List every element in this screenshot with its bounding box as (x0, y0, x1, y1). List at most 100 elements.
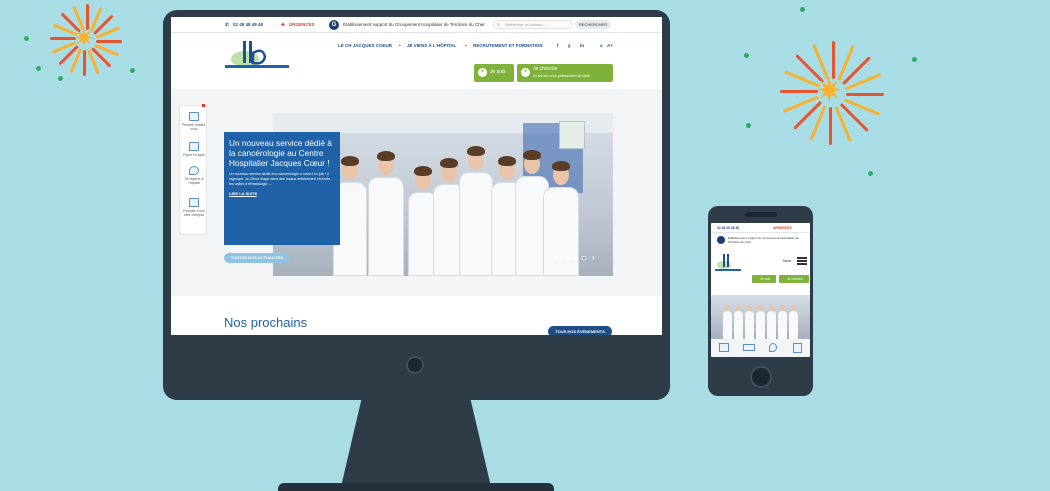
staff-person (778, 305, 787, 339)
font-decrease-button[interactable]: a (600, 43, 603, 48)
mobile-je-suis-button[interactable]: Je suis (752, 275, 776, 283)
firework-dot (744, 53, 749, 58)
top-bar: ✆ 02 48 48 48 48 ✚ URGENCES G Établissem… (171, 17, 662, 33)
all-events-button[interactable]: TOUS NOS ÉVÉNEMENTS (548, 326, 612, 335)
firework-dot (58, 76, 63, 81)
calendar-icon (189, 112, 199, 121)
map-pin-icon[interactable] (769, 343, 777, 352)
news-card[interactable]: Un nouveau service dédié à la cancérolog… (224, 132, 340, 245)
search-icon: ⌕ (497, 22, 500, 28)
chevron-right-icon[interactable]: › (592, 253, 595, 263)
mobile-hospital-logo[interactable] (715, 253, 741, 271)
close-icon[interactable] (202, 104, 205, 107)
firework-ray (83, 50, 86, 76)
chevron-left-icon[interactable]: ‹ (554, 253, 557, 263)
staff-person (734, 305, 743, 339)
desktop-website-screen: ✆ 02 48 48 48 48 ✚ URGENCES G Établissem… (171, 17, 662, 335)
firework-ray (846, 93, 884, 96)
monitor-base (278, 483, 554, 491)
twitter-icon[interactable]: y (568, 43, 571, 48)
mobile-top-bar: 02 48 48 48 48 URGENCES (711, 223, 810, 233)
news-title[interactable]: Un nouveau service dédié à la cancérolog… (229, 138, 335, 168)
firework-dot (24, 36, 29, 41)
document-icon[interactable] (793, 343, 802, 353)
firework-dot (746, 123, 751, 128)
tool-payer[interactable]: Payer en ligne (180, 142, 208, 157)
font-increase-button[interactable]: A+ (607, 43, 613, 48)
mobile-menu-label[interactable]: Menu (783, 259, 791, 263)
monitor-power-button (406, 356, 424, 374)
mobile-je-cherche-button[interactable]: Je cherche (779, 275, 809, 283)
search-button[interactable]: RECHERCHER (575, 20, 611, 29)
firework-dot (800, 7, 805, 12)
je-cherche-button[interactable]: + Je cherche Un service ou un profession… (517, 64, 613, 82)
staff-person (459, 146, 493, 276)
staff-person (767, 305, 776, 339)
je-suis-label: Je suis (490, 69, 506, 75)
slider-dot[interactable] (574, 256, 578, 260)
firework-dot (36, 66, 41, 71)
mobile-ght-text: Établissement support du Groupement Hosp… (728, 236, 799, 244)
phone-number[interactable]: 02 48 48 48 48 (233, 22, 263, 27)
medical-cross-icon: ✚ (281, 22, 285, 27)
phone-home-button (750, 366, 772, 388)
facebook-icon[interactable]: f (557, 43, 559, 48)
tool-label: Payer en ligne (183, 153, 205, 157)
search-placeholder: Rechercher un contenu... (505, 23, 546, 27)
firework-ray (780, 90, 818, 93)
nav-je-viens[interactable]: JE VIENS À L'HÔPITAL (407, 43, 456, 48)
hamburger-menu-icon[interactable] (797, 257, 807, 265)
tool-se-reperer[interactable]: Se repérer à l'hôpital (180, 166, 208, 185)
je-suis-button[interactable]: + Je suis (474, 64, 514, 82)
slider-controls: ‹ › (554, 253, 604, 263)
ght-text: Établissement support du Groupement Hosp… (343, 22, 485, 27)
slider-dot[interactable] (566, 256, 570, 260)
credit-card-icon[interactable] (743, 344, 755, 351)
monitor-stand (340, 400, 492, 491)
tool-rendez-vous[interactable]: Prendre rendez-vous (180, 112, 208, 131)
news-excerpt: Un nouveau service dédié à la cancérolog… (229, 172, 332, 186)
calendar-icon[interactable] (719, 343, 729, 352)
mobile-urgences-link[interactable]: URGENCES (773, 226, 792, 230)
nav-recrutement[interactable]: RECRUTEMENT ET FORMATION (473, 43, 543, 48)
nav-separator-2: • (465, 43, 467, 48)
urgences-link[interactable]: URGENCES (289, 22, 315, 27)
tool-label: Postuler à une offre d'emploi (183, 209, 205, 217)
nav-le-ch[interactable]: LE CH JACQUES COEUR (338, 43, 392, 48)
firework-dot (912, 57, 917, 62)
star-icon: ✷ (73, 23, 95, 53)
events-heading: Nos prochains (224, 315, 308, 330)
plus-icon: + (478, 68, 487, 77)
read-more-link[interactable]: LIRE LA SUITE (229, 191, 258, 197)
staff-person (723, 305, 732, 339)
ght-logo-icon (717, 236, 725, 244)
staff-person (756, 305, 765, 339)
mobile-hero-photo (711, 295, 810, 339)
map-pin-icon (189, 166, 199, 175)
firework-ray (829, 107, 832, 145)
tool-postuler[interactable]: Postuler à une offre d'emploi (180, 198, 208, 217)
plus-icon: + (521, 68, 530, 77)
firework-dot (130, 68, 135, 73)
je-cherche-label: Je cherche (533, 66, 558, 72)
document-icon (189, 198, 199, 207)
mobile-website-screen: 02 48 48 48 48 URGENCES Établissement su… (711, 223, 810, 357)
site-header: LE CH JACQUES COEUR • JE VIENS À L'HÔPIT… (171, 33, 662, 89)
ght-logo-icon: G (329, 20, 339, 30)
hospital-logo[interactable] (225, 39, 289, 69)
nav-separator-1: • (399, 43, 401, 48)
je-cherche-sub: Un service ou un professionnel de santé (533, 74, 590, 78)
phone-speaker (745, 212, 777, 217)
mobile-phone-number[interactable]: 02 48 48 48 48 (717, 226, 739, 230)
phone-icon: ✆ (225, 22, 229, 27)
slider-dot-active[interactable] (582, 256, 586, 260)
firework-ray (96, 40, 122, 43)
tool-label: Se repérer à l'hôpital (184, 177, 204, 185)
quick-tools-panel: Prendre rendez-vous Payer en ligne Se re… (179, 104, 208, 235)
star-icon: ✷ (815, 72, 844, 110)
search-input[interactable]: ⌕ Rechercher un contenu... (493, 20, 573, 29)
staff-person (368, 151, 404, 276)
mobile-je-suis-label: Je suis (760, 277, 771, 281)
all-news-button[interactable]: TOUTES NOS ACTUALITÉS (224, 253, 290, 263)
linkedin-icon[interactable]: in (580, 43, 584, 48)
